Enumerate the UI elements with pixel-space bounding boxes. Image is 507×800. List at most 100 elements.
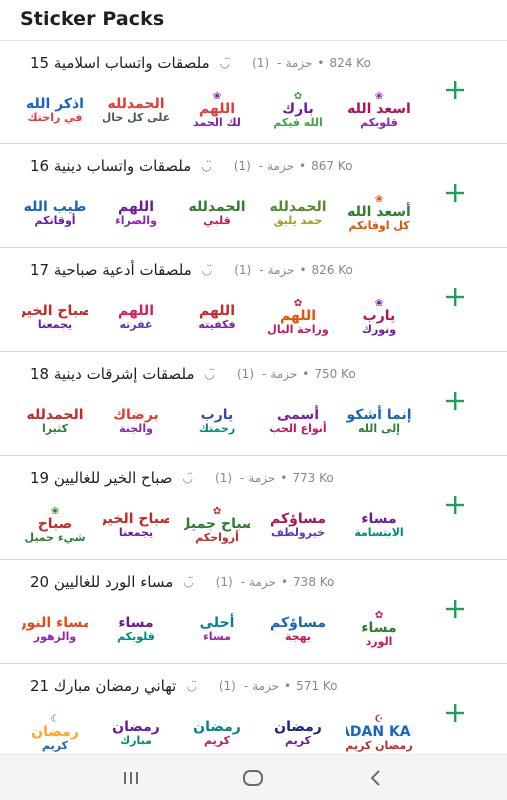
sticker-text-main: يارب <box>200 406 234 423</box>
add-to-whatsapp-button[interactable] <box>443 182 467 206</box>
pack-bullet: • <box>299 263 307 277</box>
sticker-pack-row[interactable]: مساء الورد للغاليين 20 ◡̈ (1) - حزمة • 738 Ko م… <box>0 560 507 664</box>
sticker-text-main: أسعد الله <box>347 203 411 220</box>
pack-author: ◡̈ <box>183 575 194 589</box>
sticker-text-sub: أنواع الحب <box>269 421 327 435</box>
sticker-thumbnail: يارب رحمتك <box>184 392 250 450</box>
sticker-text-main: RAMADAN KAREEM <box>346 723 412 740</box>
sticker-text-main: رمضان <box>31 723 79 740</box>
pack-bullet: • <box>299 159 307 173</box>
pack-type-label: حزمة <box>270 367 298 381</box>
pack-size: 867 Ko <box>311 159 353 173</box>
sticker-text-main: الحمدلله <box>188 198 246 215</box>
sticker-preview-strip: ❀صباحشيء جميل صباح الخيريجمعنا ✿صباح جميلأ… <box>22 496 412 554</box>
pack-separator: - <box>243 679 249 693</box>
pack-sticker-count: (1) <box>215 471 233 485</box>
sticker-text-main: اللهم <box>118 302 154 319</box>
pack-separator: - <box>258 159 264 173</box>
sticker-text-main: صباح جميل <box>184 515 250 532</box>
sticker-text-main: الحمدلله <box>26 406 84 423</box>
sticker-text-sub: لك الحمد <box>193 115 241 129</box>
pack-size: 773 Ko <box>292 471 334 485</box>
sticker-text-sub: مبارك <box>120 733 152 747</box>
sticker-text-sub: والجنة <box>119 421 153 435</box>
pack-author: ◡̈ <box>182 471 194 485</box>
sticker-thumbnail: مساؤكم بهجة <box>265 600 331 658</box>
sticker-preview-strip: صباح الخيريجمعنااللهمغفرتهاللهمفكفيته✿ال… <box>22 288 412 346</box>
sticker-text-sub: يجمعنا <box>37 317 73 331</box>
pack-sticker-count: (1) <box>252 56 270 70</box>
pack-title: مساء الورد للغاليين 20 <box>30 573 174 591</box>
sticker-text-main: برضاك <box>113 406 159 423</box>
sticker-text-main: بارك <box>282 100 314 117</box>
pack-author: ◡̈ <box>201 159 212 173</box>
sticker-text-sub: مساء <box>203 629 231 643</box>
sticker-preview-strip: مساء النور والزهور مساء قلوبكم أحلى مساء مساؤك… <box>22 600 412 658</box>
sticker-text-main: يارب <box>362 307 396 324</box>
sticker-thumbnail: طيب الله أوقاتكم <box>22 184 88 242</box>
recent-apps-button[interactable] <box>111 758 151 798</box>
add-to-whatsapp-button[interactable] <box>443 286 467 310</box>
sticker-thumbnail: برضاك والجنة <box>103 392 169 450</box>
pack-title: ملصقات إشرقات دينية 18 <box>30 365 195 383</box>
pack-size: 826 Ko <box>311 263 353 277</box>
sticker-text-main: أحلى <box>199 614 235 631</box>
add-to-whatsapp-button[interactable] <box>443 494 467 518</box>
sticker-text-sub: حمد يليق <box>273 213 323 227</box>
sticker-text-main: صباح الخير <box>22 302 88 319</box>
pack-type-label: حزمة <box>248 471 276 485</box>
sticker-thumbnail: الحمدلله قلبي <box>184 184 250 242</box>
sticker-text-sub: كريم <box>285 733 311 747</box>
add-to-whatsapp-button[interactable] <box>443 702 467 726</box>
pack-type-label: حزمة <box>249 575 276 589</box>
sticker-text-main: رمضان <box>112 718 160 735</box>
sticker-text-main: صباح الخير <box>103 510 169 527</box>
sticker-thumbnail: أسمى أنواع الحب <box>265 392 331 450</box>
plus-icon <box>446 81 464 99</box>
sticker-thumbnail: ❀ صباح شيء جميل <box>22 496 88 554</box>
sticker-pack-row[interactable]: ملصقات أدعية صباحية 17 ◡̈ (1) - حزمة • 826 Ko ص… <box>0 248 507 352</box>
sticker-thumbnail: أحلى مساء <box>184 600 250 658</box>
sticker-text-main: أسمى <box>276 406 320 423</box>
sticker-text-sub: قلبي <box>203 213 231 227</box>
sticker-text-main: صباح <box>37 515 73 532</box>
sticker-thumbnail: مساء النور والزهور <box>22 600 88 658</box>
sticker-text-sub: قلوبكم <box>360 115 398 129</box>
sticker-pack-row[interactable]: تهاني رمضان مبارك 21 ◡̈ (1) - حزمة • 571 Ko ☾ رم… <box>0 664 507 768</box>
pack-meta: ملصقات واتساب اسلامية 15 ◡̈ (1) - حزمة • 824 K… <box>30 51 409 75</box>
sticker-thumbnail: صباح الخيريجمعنا <box>22 288 88 346</box>
sticker-text-sub: الابتسامة <box>354 525 404 539</box>
pack-separator: - <box>240 575 246 589</box>
sticker-text-sub: أوقاتكم <box>34 213 76 227</box>
pack-sticker-count: (1) <box>233 159 251 173</box>
sticker-pack-row[interactable]: ملصقات واتساب اسلامية 15 ◡̈ (1) - حزمة • 824 K… <box>0 40 507 144</box>
add-to-whatsapp-button[interactable] <box>443 79 467 103</box>
sticker-text-main: اللهم <box>199 100 235 117</box>
sticker-pack-row[interactable]: صباح الخير للغاليين 19 ◡̈ (1) - حزمة • 773 Ko ❀… <box>0 456 507 560</box>
sticker-pack-row[interactable]: ملصقات إشرقات دينية 18 ◡̈ (1) - حزمة • 750 Ko ا… <box>0 352 507 456</box>
sticker-pack-row[interactable]: ملصقات واتساب دينية 16 ◡̈ (1) - حزمة • 867 Ko ط… <box>0 144 507 248</box>
pack-type-label: حزمة <box>267 159 295 173</box>
plus-icon <box>446 184 464 202</box>
pack-bullet: • <box>280 575 289 589</box>
sticker-preview-strip: الحمدلله كثيرا برضاك والجنة يارب رحمتك أسمى أنو… <box>22 392 412 450</box>
sticker-thumbnail: الحمدلله كثيرا <box>22 392 88 450</box>
pack-meta: تهاني رمضان مبارك 21 ◡̈ (1) - حزمة • 571 Ko <box>30 674 409 698</box>
plus-icon <box>446 704 464 722</box>
sticker-pack-list: ملصقات واتساب اسلامية 15 ◡̈ (1) - حزمة • 824 K… <box>0 40 507 768</box>
pack-size: 738 Ko <box>293 575 335 589</box>
sticker-text-main: إنما أشكو <box>346 406 412 423</box>
sticker-thumbnail: اللهم غفرته <box>103 288 169 346</box>
pack-sticker-count: (1) <box>215 575 233 589</box>
pack-title: ملصقات واتساب اسلامية 15 <box>30 54 210 72</box>
sticker-text-sub: أرواحكم <box>195 530 239 544</box>
add-to-whatsapp-button[interactable] <box>443 598 467 622</box>
sticker-thumbnail: ❀ اسعد الله قلوبكم <box>346 81 412 139</box>
sticker-text-sub: كل اوقاتكم <box>348 218 410 232</box>
pack-size: 571 Ko <box>296 679 338 693</box>
sticker-text-sub: إلى الله <box>358 421 400 435</box>
back-button[interactable] <box>356 758 396 798</box>
sticker-text-main: مساء النور <box>22 614 88 631</box>
add-to-whatsapp-button[interactable] <box>443 390 467 414</box>
home-button[interactable] <box>233 758 273 798</box>
